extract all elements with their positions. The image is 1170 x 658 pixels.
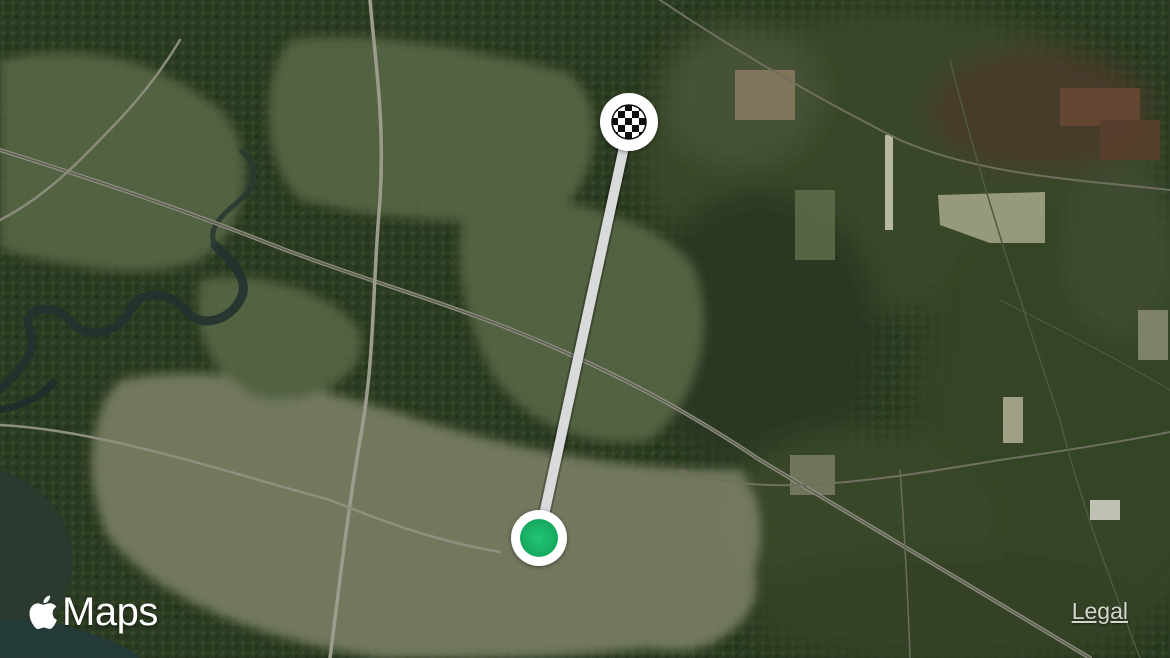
maps-brand-label: Maps: [62, 590, 158, 634]
origin-marker-icon: [520, 519, 558, 557]
apple-logo-icon: [28, 593, 58, 631]
satellite-map: [0, 0, 1170, 658]
destination-marker[interactable]: [600, 93, 658, 151]
origin-marker[interactable]: [511, 510, 567, 566]
map-view[interactable]: [0, 0, 1170, 658]
legal-link[interactable]: Legal: [1072, 598, 1128, 625]
maps-attribution: Maps: [28, 588, 158, 636]
